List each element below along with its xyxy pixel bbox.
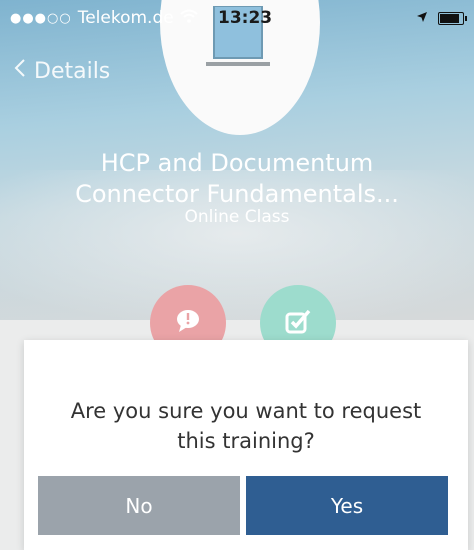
chevron-left-icon xyxy=(14,58,26,84)
checkbox-icon xyxy=(285,308,311,338)
course-title-line2: Connector Fundamentals... xyxy=(75,180,399,208)
wifi-icon xyxy=(180,8,198,28)
status-time: 13:23 xyxy=(218,8,273,28)
course-type: Online Class xyxy=(184,207,290,227)
dialog-message-line2: this training? xyxy=(177,429,315,453)
carrier-name: Telekom.de xyxy=(77,8,174,28)
course-title-line1: HCP and Documentum xyxy=(100,149,374,177)
yes-button[interactable]: Yes xyxy=(246,476,448,535)
back-button[interactable]: Details xyxy=(14,58,110,84)
course-title: HCP and Documentum Connector Fundamental… xyxy=(0,148,474,210)
confirm-dialog: Are you sure you want to request this tr… xyxy=(24,340,468,550)
no-button[interactable]: No xyxy=(38,476,240,535)
dialog-message: Are you sure you want to request this tr… xyxy=(24,396,468,456)
status-left: ●●●○○ Telekom.de xyxy=(10,8,198,28)
dialog-message-line1: Are you sure you want to request xyxy=(70,399,422,423)
location-arrow-icon xyxy=(416,8,428,28)
comment-alert-icon xyxy=(175,309,201,337)
status-bar: ●●●○○ Telekom.de 13:23 xyxy=(0,0,474,40)
status-right xyxy=(416,8,467,28)
back-label: Details xyxy=(34,58,111,84)
signal-strength: ●●●○○ xyxy=(10,10,72,26)
battery-icon xyxy=(438,11,467,25)
